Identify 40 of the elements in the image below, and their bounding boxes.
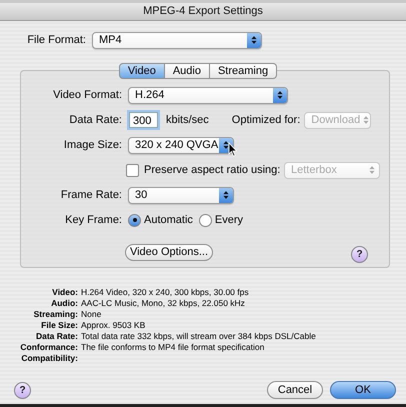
- summary-value: Approx. 9503 KB: [81, 320, 146, 331]
- video-options-button[interactable]: Video Options...: [125, 244, 213, 260]
- field-label: Key Frame:: [64, 214, 122, 226]
- summary-label: File Size:: [40, 320, 78, 331]
- window-title: MPEG-4 Export Settings: [0, 3, 406, 21]
- summary-label: Audio:: [50, 298, 78, 309]
- frame-rate-popup[interactable]: 30: [128, 186, 234, 204]
- data-rate-field[interactable]: 300: [129, 112, 158, 128]
- radio-button[interactable]: [198, 214, 212, 226]
- video-format-popup[interactable]: H.264: [128, 86, 288, 104]
- checkbox-label: Preserve aspect ratio using:: [144, 164, 280, 176]
- help-button[interactable]: ?: [351, 246, 368, 262]
- summary-label: Data Rate:: [34, 331, 78, 342]
- summary-label: Conformance:: [19, 342, 78, 353]
- tab[interactable]: Audio: [164, 63, 210, 79]
- file-format-popup[interactable]: MP4: [92, 32, 262, 48]
- cursor-icon: [228, 142, 238, 156]
- tab[interactable]: Streaming: [210, 63, 278, 79]
- summary-label: Compatibility:: [20, 353, 78, 364]
- dialog-button[interactable]: OK: [330, 381, 396, 399]
- summary-value: Total data rate 332 kbps, will stream over 384 kbps DSL/Cable: [81, 331, 317, 342]
- field-label: Image Size:: [62, 139, 122, 151]
- field-label: File Format:: [26, 34, 86, 46]
- summary-value: None: [81, 309, 102, 320]
- tab[interactable]: Video: [118, 63, 165, 79]
- field-label: Data Rate:: [68, 114, 122, 126]
- field-label: Frame Rate:: [60, 189, 122, 201]
- field-label: Video Format:: [52, 89, 122, 101]
- summary-value: H.264 Video, 320 x 240, 300 kbps, 30.00 fps: [81, 287, 250, 298]
- dialog-button[interactable]: Cancel: [267, 381, 323, 399]
- help-button[interactable]: ?: [14, 382, 31, 398]
- radio-label: Automatic: [144, 214, 193, 226]
- summary-value: The file conforms to MP4 file format specification: [81, 342, 266, 353]
- radio-button[interactable]: [128, 214, 141, 226]
- summary-value: AAC-LC Music, Mono, 32 kbps, 22.050 kHz: [81, 298, 246, 309]
- summary-label: Video:: [51, 287, 78, 298]
- field-label: Optimized for:: [232, 114, 300, 126]
- unit-label: kbits/sec: [166, 114, 209, 126]
- summary-label: Streaming:: [32, 309, 78, 320]
- radio-label: Every: [214, 214, 244, 226]
